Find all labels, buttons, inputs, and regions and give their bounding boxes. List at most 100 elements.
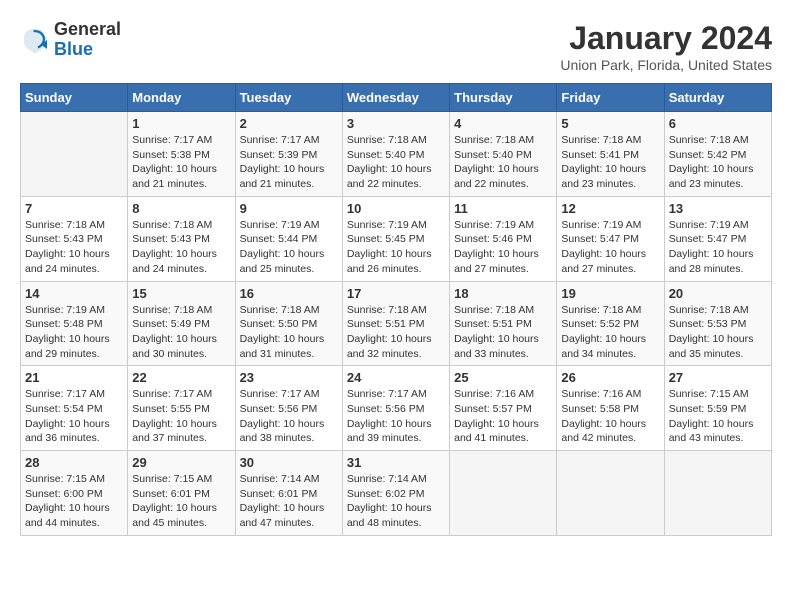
day-number: 25	[454, 370, 552, 385]
calendar-cell: 21Sunrise: 7:17 AMSunset: 5:54 PMDayligh…	[21, 366, 128, 451]
title-block: January 2024 Union Park, Florida, United…	[560, 20, 772, 73]
day-info: Sunrise: 7:17 AMSunset: 5:56 PMDaylight:…	[240, 387, 338, 446]
calendar-cell: 6 Sunrise: 7:18 AMSunset: 5:42 PMDaylight…	[664, 112, 771, 197]
calendar-cell: 16 Sunrise: 7:18 AMSunset: 5:50 PMDayligh…	[235, 281, 342, 366]
calendar-cell	[664, 451, 771, 536]
day-info: Sunrise: 7:18 AMSunset: 5:43 PMDaylight:…	[25, 218, 123, 277]
day-number: 29	[132, 455, 230, 470]
calendar-header: SundayMondayTuesdayWednesdayThursdayFrid…	[21, 84, 772, 112]
calendar-cell: 15 Sunrise: 7:18 AMSunset: 5:49 PMDayligh…	[128, 281, 235, 366]
day-number: 4	[454, 116, 552, 131]
day-number: 6	[669, 116, 767, 131]
day-info: Sunrise: 7:18 AMSunset: 5:43 PMDaylight:…	[132, 218, 230, 277]
calendar-cell	[557, 451, 664, 536]
day-info: Sunrise: 7:17 AMSunset: 5:39 PMDaylight:…	[240, 133, 338, 192]
day-number: 3	[347, 116, 445, 131]
calendar-week-1: 1 Sunrise: 7:17 AMSunset: 5:38 PMDaylight…	[21, 112, 772, 197]
day-number: 18	[454, 286, 552, 301]
day-info: Sunrise: 7:18 AMSunset: 5:42 PMDaylight:…	[669, 133, 767, 192]
day-number: 11	[454, 201, 552, 216]
day-info: Sunrise: 7:17 AMSunset: 5:56 PMDaylight:…	[347, 387, 445, 446]
calendar-cell: 28 Sunrise: 7:15 AMSunset: 6:00 PMDayligh…	[21, 451, 128, 536]
day-number: 28	[25, 455, 123, 470]
calendar-cell: 27 Sunrise: 7:15 AMSunset: 5:59 PMDayligh…	[664, 366, 771, 451]
day-number: 17	[347, 286, 445, 301]
calendar-cell: 14 Sunrise: 7:19 AMSunset: 5:48 PMDayligh…	[21, 281, 128, 366]
calendar-cell: 22Sunrise: 7:17 AMSunset: 5:55 PMDayligh…	[128, 366, 235, 451]
logo-blue: Blue	[54, 39, 93, 59]
calendar-cell	[450, 451, 557, 536]
day-number: 9	[240, 201, 338, 216]
calendar-cell	[21, 112, 128, 197]
calendar-cell: 13 Sunrise: 7:19 AMSunset: 5:47 PMDayligh…	[664, 196, 771, 281]
calendar-cell: 5 Sunrise: 7:18 AMSunset: 5:41 PMDaylight…	[557, 112, 664, 197]
day-info: Sunrise: 7:18 AMSunset: 5:50 PMDaylight:…	[240, 303, 338, 362]
day-info: Sunrise: 7:18 AMSunset: 5:41 PMDaylight:…	[561, 133, 659, 192]
day-number: 10	[347, 201, 445, 216]
calendar-cell: 17 Sunrise: 7:18 AMSunset: 5:51 PMDayligh…	[342, 281, 449, 366]
logo-icon	[20, 25, 50, 55]
calendar-cell: 25 Sunrise: 7:16 AMSunset: 5:57 PMDayligh…	[450, 366, 557, 451]
day-number: 1	[132, 116, 230, 131]
logo-text: General Blue	[54, 20, 121, 60]
day-info: Sunrise: 7:18 AMSunset: 5:40 PMDaylight:…	[347, 133, 445, 192]
header-cell-thursday: Thursday	[450, 84, 557, 112]
day-number: 8	[132, 201, 230, 216]
day-info: Sunrise: 7:19 AMSunset: 5:48 PMDaylight:…	[25, 303, 123, 362]
header-cell-sunday: Sunday	[21, 84, 128, 112]
page-header: General Blue January 2024 Union Park, Fl…	[20, 20, 772, 73]
day-number: 23	[240, 370, 338, 385]
calendar-body: 1 Sunrise: 7:17 AMSunset: 5:38 PMDaylight…	[21, 112, 772, 536]
day-info: Sunrise: 7:18 AMSunset: 5:51 PMDaylight:…	[454, 303, 552, 362]
day-info: Sunrise: 7:18 AMSunset: 5:49 PMDaylight:…	[132, 303, 230, 362]
calendar-title: January 2024	[560, 20, 772, 57]
calendar-cell: 19Sunrise: 7:18 AMSunset: 5:52 PMDayligh…	[557, 281, 664, 366]
logo: General Blue	[20, 20, 121, 60]
day-info: Sunrise: 7:17 AMSunset: 5:38 PMDaylight:…	[132, 133, 230, 192]
day-info: Sunrise: 7:19 AMSunset: 5:47 PMDaylight:…	[669, 218, 767, 277]
day-info: Sunrise: 7:19 AMSunset: 5:46 PMDaylight:…	[454, 218, 552, 277]
calendar-table: SundayMondayTuesdayWednesdayThursdayFrid…	[20, 83, 772, 536]
header-cell-tuesday: Tuesday	[235, 84, 342, 112]
calendar-cell: 1 Sunrise: 7:17 AMSunset: 5:38 PMDaylight…	[128, 112, 235, 197]
calendar-week-2: 7Sunrise: 7:18 AMSunset: 5:43 PMDaylight…	[21, 196, 772, 281]
day-info: Sunrise: 7:15 AMSunset: 6:00 PMDaylight:…	[25, 472, 123, 531]
day-number: 16	[240, 286, 338, 301]
day-number: 26	[561, 370, 659, 385]
calendar-cell: 2Sunrise: 7:17 AMSunset: 5:39 PMDaylight…	[235, 112, 342, 197]
day-info: Sunrise: 7:18 AMSunset: 5:40 PMDaylight:…	[454, 133, 552, 192]
calendar-cell: 4 Sunrise: 7:18 AMSunset: 5:40 PMDaylight…	[450, 112, 557, 197]
day-number: 12	[561, 201, 659, 216]
day-number: 13	[669, 201, 767, 216]
day-info: Sunrise: 7:14 AMSunset: 6:02 PMDaylight:…	[347, 472, 445, 531]
day-number: 5	[561, 116, 659, 131]
calendar-cell: 3 Sunrise: 7:18 AMSunset: 5:40 PMDaylight…	[342, 112, 449, 197]
day-number: 20	[669, 286, 767, 301]
calendar-cell: 8 Sunrise: 7:18 AMSunset: 5:43 PMDaylight…	[128, 196, 235, 281]
day-info: Sunrise: 7:19 AMSunset: 5:47 PMDaylight:…	[561, 218, 659, 277]
day-number: 14	[25, 286, 123, 301]
header-cell-friday: Friday	[557, 84, 664, 112]
day-info: Sunrise: 7:18 AMSunset: 5:52 PMDaylight:…	[561, 303, 659, 362]
day-number: 15	[132, 286, 230, 301]
day-info: Sunrise: 7:15 AMSunset: 5:59 PMDaylight:…	[669, 387, 767, 446]
calendar-week-5: 28 Sunrise: 7:15 AMSunset: 6:00 PMDayligh…	[21, 451, 772, 536]
day-info: Sunrise: 7:15 AMSunset: 6:01 PMDaylight:…	[132, 472, 230, 531]
day-number: 30	[240, 455, 338, 470]
calendar-cell: 26Sunrise: 7:16 AMSunset: 5:58 PMDayligh…	[557, 366, 664, 451]
calendar-cell: 23 Sunrise: 7:17 AMSunset: 5:56 PMDayligh…	[235, 366, 342, 451]
day-info: Sunrise: 7:18 AMSunset: 5:51 PMDaylight:…	[347, 303, 445, 362]
calendar-cell: 31 Sunrise: 7:14 AMSunset: 6:02 PMDayligh…	[342, 451, 449, 536]
calendar-subtitle: Union Park, Florida, United States	[560, 57, 772, 73]
day-number: 27	[669, 370, 767, 385]
day-info: Sunrise: 7:16 AMSunset: 5:57 PMDaylight:…	[454, 387, 552, 446]
calendar-cell: 9Sunrise: 7:19 AMSunset: 5:44 PMDaylight…	[235, 196, 342, 281]
header-row: SundayMondayTuesdayWednesdayThursdayFrid…	[21, 84, 772, 112]
calendar-cell: 11 Sunrise: 7:19 AMSunset: 5:46 PMDayligh…	[450, 196, 557, 281]
day-number: 31	[347, 455, 445, 470]
header-cell-saturday: Saturday	[664, 84, 771, 112]
calendar-cell: 30Sunrise: 7:14 AMSunset: 6:01 PMDayligh…	[235, 451, 342, 536]
day-number: 22	[132, 370, 230, 385]
calendar-cell: 20Sunrise: 7:18 AMSunset: 5:53 PMDayligh…	[664, 281, 771, 366]
calendar-week-3: 14 Sunrise: 7:19 AMSunset: 5:48 PMDayligh…	[21, 281, 772, 366]
